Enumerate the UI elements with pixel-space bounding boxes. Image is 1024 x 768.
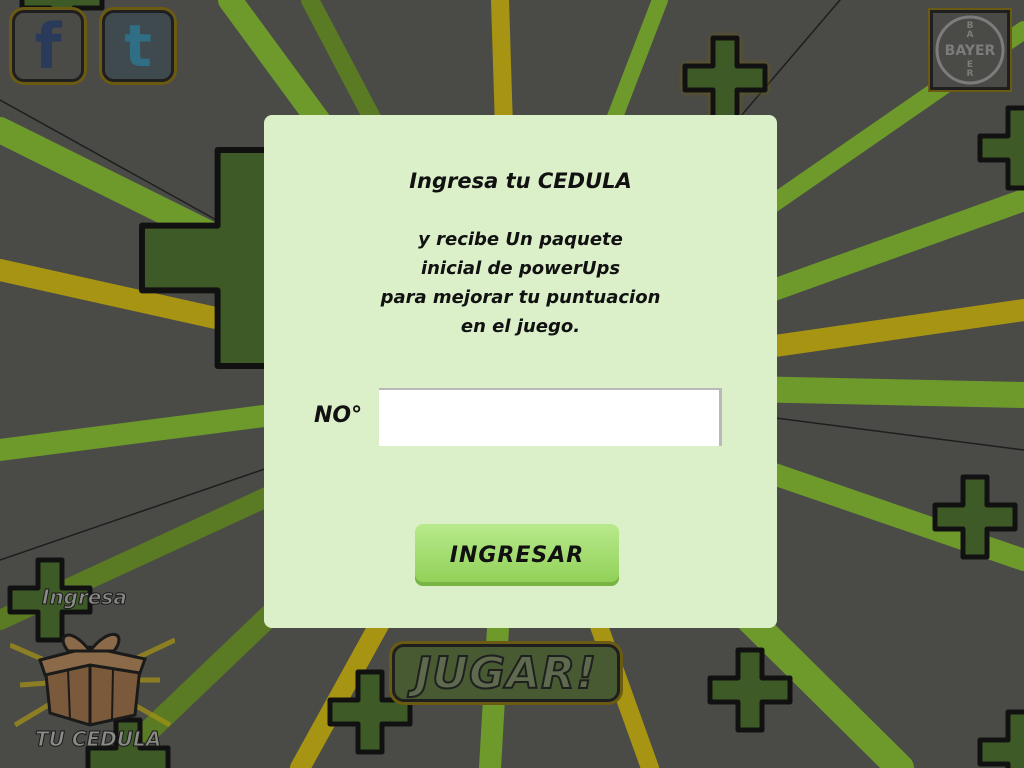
bayer-logo: BAYER B A E R [930, 10, 1010, 90]
play-button-label: JUGAR! [414, 647, 598, 700]
svg-text:R: R [967, 69, 974, 79]
gift-top-label: Ingresa [42, 585, 128, 610]
twitter-icon: t [124, 12, 152, 80]
cedula-number-label: NO° [314, 403, 363, 428]
play-button[interactable]: JUGAR! [392, 644, 620, 702]
twitter-button[interactable]: t [102, 10, 174, 82]
modal-description: y recibe Un paquete inicial de powerUps … [380, 229, 661, 337]
bayer-logo-text: BAYER [945, 43, 996, 59]
facebook-icon: f [34, 9, 62, 83]
facebook-button[interactable]: f [12, 9, 84, 83]
cedula-input[interactable] [379, 388, 722, 446]
svg-text:A: A [967, 30, 974, 40]
enter-id-gift-button[interactable]: Ingresa TU CEDULA [8, 585, 177, 760]
bayer-cross-icon: BAYER B A E R [935, 15, 1005, 85]
modal-title: Ingresa tu CEDULA [409, 169, 632, 193]
cedula-modal: Ingresa tu CEDULA y recibe Un paquete in… [264, 115, 777, 628]
ingresar-button[interactable]: INGRESAR [415, 524, 619, 586]
gift-bottom-label: TU CEDULA [34, 727, 162, 752]
